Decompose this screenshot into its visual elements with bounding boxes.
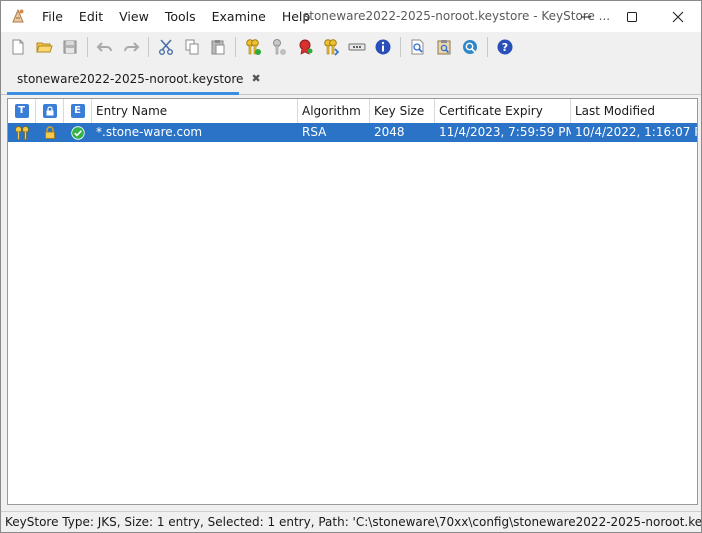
keystore-entries-table: T E Entry Name Algorithm Key Size Certif… [7,98,698,505]
algorithm-cell: RSA [302,125,327,139]
key-size-cell: 2048 [374,125,405,139]
toolbar-separator [148,37,149,57]
entry-name-cell: *.stone-ware.com [96,125,203,139]
column-certificate-expiry[interactable]: Certificate Expiry [435,99,571,123]
minimize-button[interactable] [563,1,609,32]
paste-button[interactable] [207,36,229,58]
toolbar: ? [1,32,701,62]
certificate-expiry-cell: 11/4/2023, 7:59:59 PM ... [439,125,571,139]
cut-icon [159,39,173,55]
new-icon [12,39,24,55]
column-entry-name[interactable]: Entry Name [92,99,298,123]
save-button[interactable] [59,36,81,58]
svg-text:?: ? [502,41,508,54]
menu-examine[interactable]: Examine [204,1,274,32]
keystore-explorer-window: File Edit View Tools Examine Help stonew… [0,0,702,533]
generate-keypair-icon [246,39,261,55]
generate-secret-key-icon [273,39,286,55]
save-icon [63,40,77,54]
entry-type-header-badge: T [14,104,29,118]
maximize-icon [627,11,637,22]
undo-icon [96,42,112,52]
help-icon: ? [497,39,513,55]
menu-bar: File Edit View Tools Examine Help [34,1,318,32]
column-key-size[interactable]: Key Size [370,99,435,123]
undo-button[interactable] [94,36,116,58]
set-password-button[interactable] [346,36,368,58]
toolbar-separator [87,37,88,57]
toolbar-separator [400,37,401,57]
examine-ssl-button[interactable] [459,36,481,58]
properties-button[interactable] [372,36,394,58]
cut-button[interactable] [155,36,177,58]
column-algorithm[interactable]: Algorithm [298,99,370,123]
column-expiry[interactable]: E [64,99,92,123]
key-pair-icon [8,123,36,142]
close-button[interactable] [655,1,701,32]
app-logo-icon [9,7,27,25]
examine-clipboard-icon [437,40,451,55]
column-last-modified[interactable]: Last Modified [571,99,697,123]
status-bar: KeyStore Type: JKS, Size: 1 entry, Selec… [1,511,701,532]
menu-view[interactable]: View [111,1,157,32]
keystore-tabs: stoneware2022-2025-noroot.keystore ✖ [1,63,701,95]
title-bar: File Edit View Tools Examine Help stonew… [1,1,701,32]
tab-close-icon[interactable]: ✖ [251,72,260,85]
redo-button[interactable] [120,36,142,58]
menu-file[interactable]: File [34,1,71,32]
table-row[interactable]: *.stone-ware.com RSA 2048 11/4/2023, 7:5… [8,123,697,142]
import-trusted-cert-icon [299,39,313,55]
examine-file-button[interactable] [407,36,429,58]
toolbar-separator [487,37,488,57]
tab-label: stoneware2022-2025-noroot.keystore [17,71,244,86]
open-button[interactable] [33,36,55,58]
tab-keystore[interactable]: stoneware2022-2025-noroot.keystore ✖ [7,65,261,95]
lock-icon [36,123,64,142]
expiry-header-badge: E [70,104,85,118]
copy-icon [185,39,199,55]
menu-edit[interactable]: Edit [71,1,111,32]
properties-icon [375,39,391,55]
examine-clipboard-button[interactable] [433,36,455,58]
column-entry-type[interactable]: T [8,99,36,123]
import-keypair-button[interactable] [320,36,342,58]
set-password-icon [348,43,366,51]
copy-button[interactable] [181,36,203,58]
paste-icon [211,40,225,55]
redo-icon [124,42,140,52]
last-modified-cell: 10/4/2022, 1:16:07 P... [575,125,697,139]
menu-tools[interactable]: Tools [157,1,204,32]
close-icon [672,11,684,22]
minimize-icon [581,16,591,17]
import-keypair-icon [324,39,340,56]
new-button[interactable] [7,36,29,58]
maximize-button[interactable] [609,1,655,32]
open-icon [36,42,53,53]
examine-file-icon [411,39,424,55]
table-header: T E Entry Name Algorithm Key Size Certif… [8,99,697,124]
help-button[interactable]: ? [494,36,516,58]
generate-secret-key-button[interactable] [268,36,290,58]
import-trusted-cert-button[interactable] [294,36,316,58]
valid-check-icon [64,123,92,142]
lock-icon [42,104,57,118]
column-lock[interactable] [36,99,64,123]
examine-ssl-icon [463,40,477,54]
toolbar-separator [235,37,236,57]
generate-keypair-button[interactable] [242,36,264,58]
